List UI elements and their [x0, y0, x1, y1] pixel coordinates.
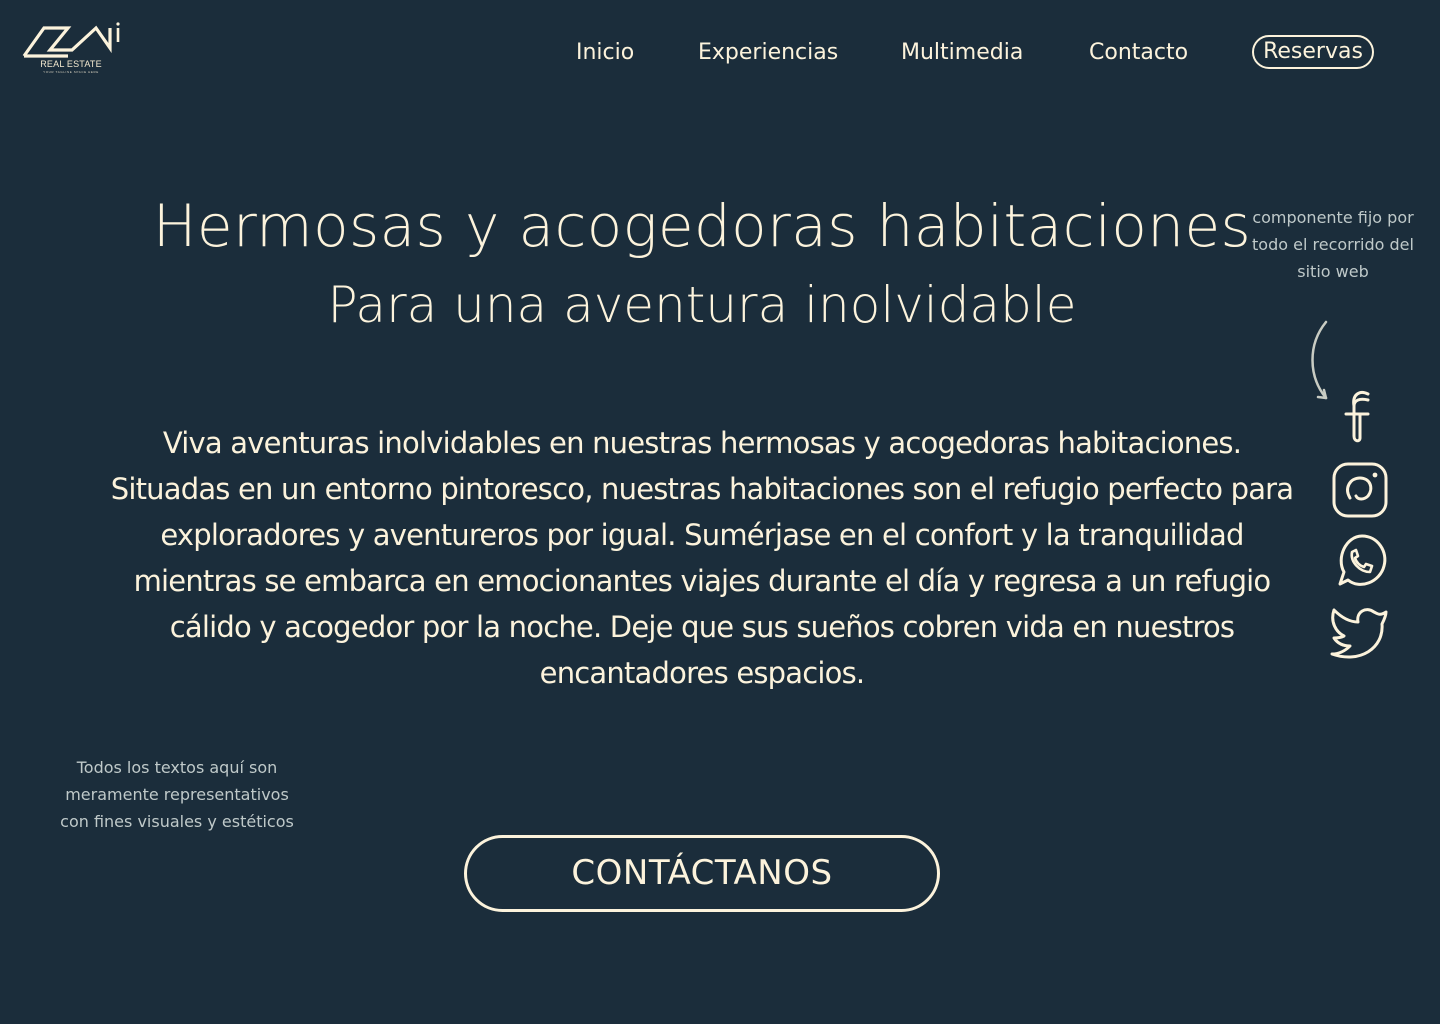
brand-tagline: YOUR TAGLINE SPACE HERE	[43, 70, 99, 74]
page-title: Hermosas y acogedoras habitaciones	[152, 192, 1252, 260]
nav-item-contacto[interactable]: Contacto	[1089, 38, 1188, 68]
roof-logo-icon	[22, 22, 120, 58]
brand-name: REAL ESTATE	[40, 59, 102, 69]
facebook-link[interactable]	[1330, 386, 1390, 446]
nav-item-inicio[interactable]: Inicio	[576, 38, 634, 68]
contact-button[interactable]: CONTÁCTANOS	[464, 835, 940, 912]
page-subtitle: Para una aventura inolvidable	[327, 276, 1077, 334]
hero-description: Viva aventuras inolvidables en nuestras …	[110, 426, 1294, 690]
disclaimer-note: Todos los textos aquí son meramente repr…	[60, 758, 294, 831]
nav-item-experiencias[interactable]: Experiencias	[698, 38, 838, 68]
whatsapp-link[interactable]	[1330, 532, 1390, 592]
whatsapp-icon	[1338, 534, 1387, 586]
twitter-link[interactable]	[1330, 604, 1390, 664]
facebook-icon	[1344, 391, 1370, 443]
instagram-icon	[1332, 462, 1388, 518]
brand-logo[interactable]: REAL ESTATE YOUR TAGLINE SPACE HERE	[22, 20, 122, 76]
twitter-icon	[1330, 608, 1388, 659]
reservas-button[interactable]: Reservas	[1252, 35, 1374, 69]
instagram-link[interactable]	[1330, 460, 1390, 520]
fixed-component-note: componente fijo por todo el recorrido de…	[1252, 208, 1414, 281]
nav-item-multimedia[interactable]: Multimedia	[901, 38, 1023, 68]
